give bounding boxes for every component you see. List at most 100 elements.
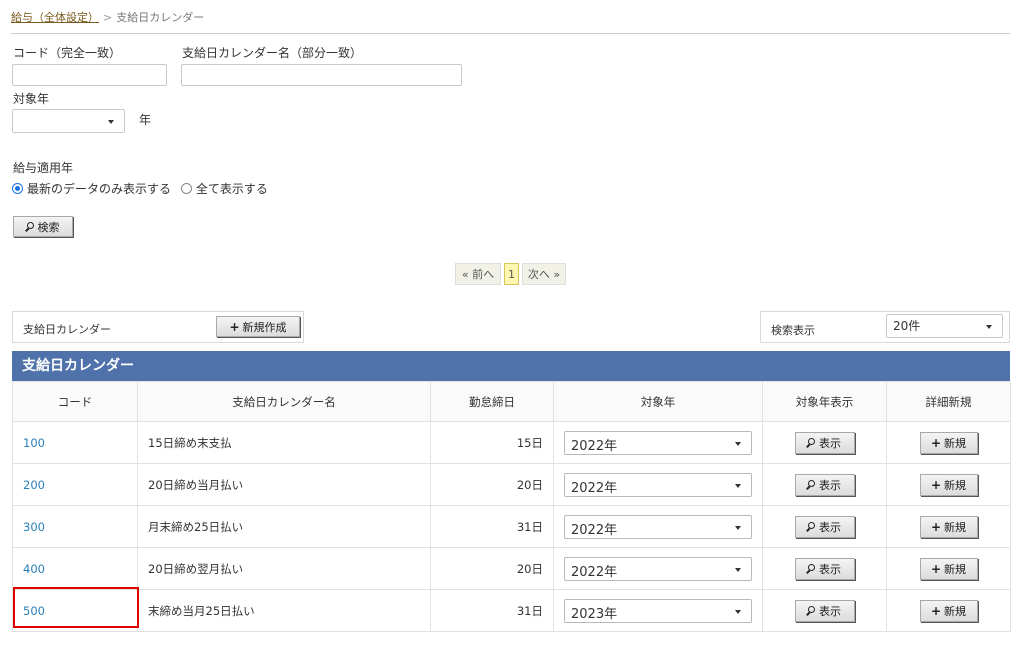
chevron-down-icon <box>735 609 741 614</box>
display-count-panel: 検索表示 20件 <box>760 311 1010 343</box>
row-show-cell: 表示 <box>762 547 887 590</box>
row-year-select[interactable]: 2022年 <box>564 514 752 539</box>
row-new-label: 新規 <box>944 478 967 492</box>
row-code-cell: 400 <box>12 547 138 590</box>
breadcrumb: 給与（全体設定） > 支給日カレンダー <box>11 9 204 25</box>
search-icon <box>808 564 815 571</box>
header-code: コード <box>12 381 138 422</box>
table-row: 400 20日締め翌月払い 20日 2022年 表示 + 新規 <box>12 547 1011 590</box>
row-show-cell: 表示 <box>762 505 887 548</box>
row-show-label: 表示 <box>819 436 841 450</box>
breadcrumb-current: 支給日カレンダー <box>116 11 205 24</box>
calendar-name-label: 支給日カレンダー名（部分一致） <box>182 46 363 60</box>
radio-unchecked-icon[interactable] <box>180 183 192 194</box>
row-year-value: 2022年 <box>571 438 618 454</box>
plus-icon: + <box>229 319 240 334</box>
radio-checked-icon[interactable] <box>12 183 23 194</box>
row-new-cell: + 新規 <box>886 505 1011 548</box>
search-icon <box>808 480 815 487</box>
row-calendar-name: 末締め当月25日払い <box>137 589 431 632</box>
row-show-cell: 表示 <box>762 463 887 506</box>
row-code-link[interactable]: 400 <box>23 562 45 576</box>
row-code-link[interactable]: 200 <box>23 478 45 492</box>
code-input[interactable] <box>12 64 167 86</box>
chevron-down-icon <box>735 483 741 488</box>
chevron-down-icon <box>735 441 741 446</box>
row-code-cell: 200 <box>12 463 138 506</box>
breadcrumb-separator: > <box>103 11 113 24</box>
calendar-name-input[interactable] <box>181 64 462 86</box>
row-new-cell: + 新規 <box>886 547 1011 590</box>
code-label: コード（完全一致） <box>13 46 122 60</box>
chevron-down-icon <box>986 325 992 329</box>
display-count-label: 検索表示 <box>771 324 815 337</box>
plus-icon: + <box>930 477 942 492</box>
row-new-label: 新規 <box>944 436 967 450</box>
header-calendar-name: 支給日カレンダー名 <box>137 381 431 422</box>
pager-prev-button[interactable]: « 前へ <box>455 263 501 285</box>
results-table-title: 支給日カレンダー <box>12 351 1010 381</box>
search-button-label: 検索 <box>37 220 60 234</box>
row-new-label: 新規 <box>944 562 967 576</box>
target-year-select[interactable] <box>12 109 125 133</box>
row-show-button[interactable]: 表示 <box>794 473 855 496</box>
row-cutoff-day: 31日 <box>430 505 554 548</box>
breadcrumb-parent-link[interactable]: 給与（全体設定） <box>11 11 99 24</box>
search-icon <box>808 522 815 529</box>
row-year-value: 2023年 <box>571 606 618 622</box>
search-icon <box>808 606 815 613</box>
row-show-button[interactable]: 表示 <box>794 599 855 622</box>
row-show-button[interactable]: 表示 <box>794 515 855 538</box>
pager-page-current[interactable]: 1 <box>504 263 519 285</box>
row-cutoff-day: 31日 <box>430 589 554 632</box>
row-new-cell: + 新規 <box>886 463 1011 506</box>
display-count-value: 20件 <box>893 319 921 333</box>
row-show-button[interactable]: 表示 <box>794 431 855 454</box>
row-year-select[interactable]: 2023年 <box>564 598 752 623</box>
row-code-link[interactable]: 100 <box>23 436 45 450</box>
search-icon <box>26 222 34 229</box>
header-divider <box>11 33 1010 34</box>
row-cutoff-day: 20日 <box>430 547 554 590</box>
row-year-cell: 2022年 <box>553 547 763 590</box>
row-new-button[interactable]: + 新規 <box>919 515 978 538</box>
row-new-button[interactable]: + 新規 <box>919 473 978 496</box>
row-code-cell: 100 <box>12 421 138 464</box>
row-new-button[interactable]: + 新規 <box>919 557 978 580</box>
row-new-label: 新規 <box>944 520 967 534</box>
year-suffix-label: 年 <box>139 113 152 127</box>
calendar-toolbar-label: 支給日カレンダー <box>23 323 111 336</box>
radio-latest-option[interactable]: 最新のデータのみ表示する <box>12 182 171 196</box>
row-cutoff-day: 20日 <box>430 463 554 506</box>
row-year-select[interactable]: 2022年 <box>564 556 752 581</box>
chevron-down-icon <box>108 120 114 124</box>
row-code-link[interactable]: 300 <box>23 520 45 534</box>
row-calendar-name: 月末締め25日払い <box>137 505 431 548</box>
display-count-select[interactable]: 20件 <box>886 314 1003 338</box>
plus-icon: + <box>930 435 942 450</box>
row-calendar-name: 20日締め翌月払い <box>137 547 431 590</box>
radio-all-label[interactable]: 全て表示する <box>196 182 268 196</box>
target-year-label: 対象年 <box>13 92 50 106</box>
row-year-select[interactable]: 2022年 <box>564 472 752 497</box>
plus-icon: + <box>930 603 942 618</box>
search-button[interactable]: 検索 <box>13 216 73 237</box>
radio-all-option[interactable]: 全て表示する <box>180 182 268 196</box>
row-show-button[interactable]: 表示 <box>794 557 855 580</box>
row-cutoff-day: 15日 <box>430 421 554 464</box>
create-new-button[interactable]: + 新規作成 <box>216 316 300 337</box>
plus-icon: + <box>930 519 942 534</box>
row-year-cell: 2023年 <box>553 589 763 632</box>
row-new-button[interactable]: + 新規 <box>919 431 978 454</box>
row-show-label: 表示 <box>819 604 841 618</box>
search-icon <box>808 438 815 445</box>
row-show-cell: 表示 <box>762 421 887 464</box>
header-detail-new: 詳細新規 <box>886 381 1011 422</box>
row-year-select[interactable]: 2022年 <box>564 430 752 455</box>
radio-latest-label[interactable]: 最新のデータのみ表示する <box>27 182 171 196</box>
pager-next-button[interactable]: 次へ » <box>522 263 566 285</box>
row-year-cell: 2022年 <box>553 505 763 548</box>
table-row: 100 15日締め末支払 15日 2022年 表示 + 新規 <box>12 421 1011 464</box>
table-row: 500 末締め当月25日払い 31日 2023年 表示 + 新規 <box>12 589 1011 632</box>
row-new-button[interactable]: + 新規 <box>919 599 978 622</box>
